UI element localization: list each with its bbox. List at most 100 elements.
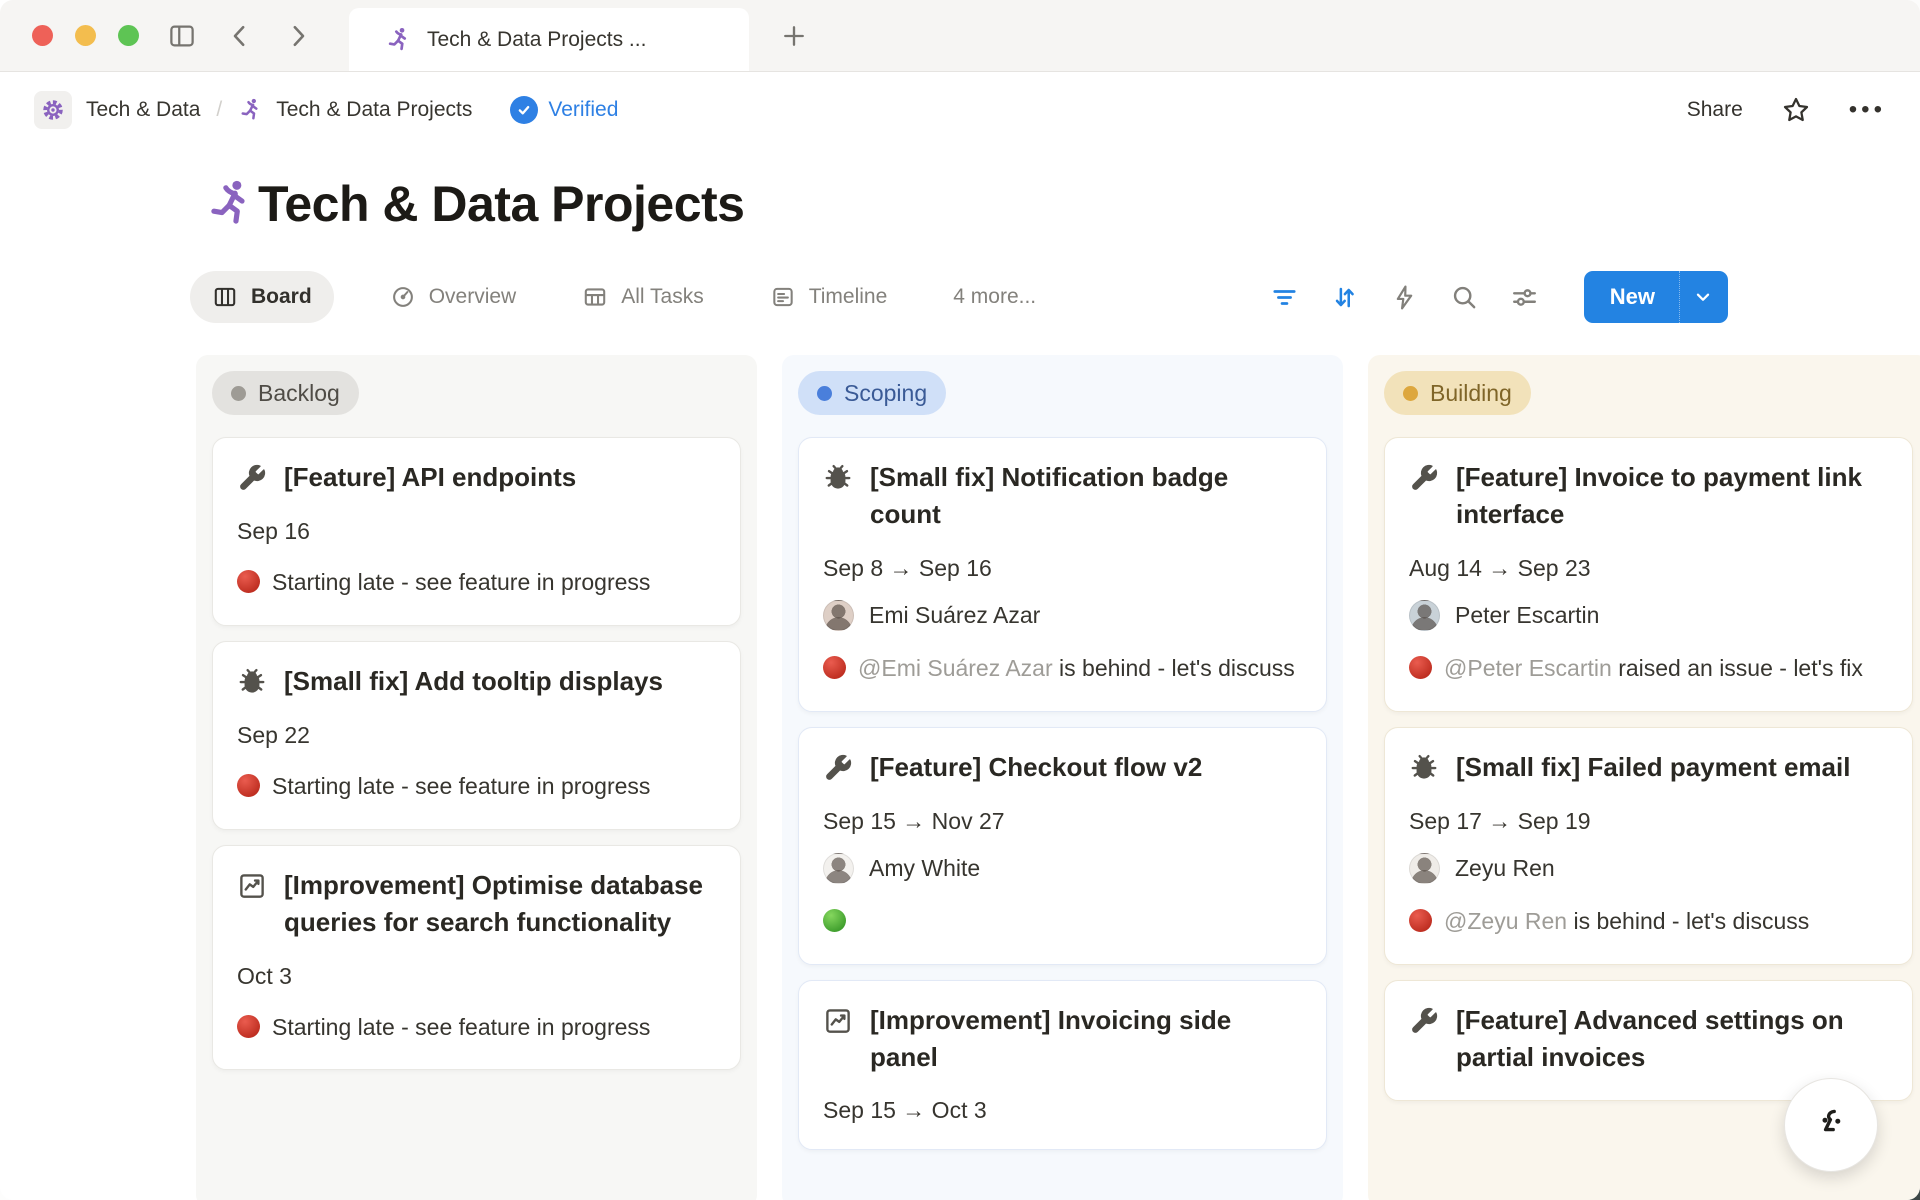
card-assignee: Peter Escartin [1409,600,1888,631]
card-title: [Small fix] Notification badge count [870,459,1302,533]
assignee-name: Emi Suárez Azar [869,602,1040,629]
status-red-dot [1409,656,1432,679]
card-title: [Small fix] Add tooltip displays [284,663,663,700]
status-text: Starting late - see feature in progress [272,569,650,595]
new-button-group: New [1584,271,1728,323]
browser-tab[interactable]: Tech & Data Projects ... [349,8,749,71]
sliders-icon[interactable] [1510,283,1539,312]
back-button[interactable] [225,21,255,51]
avatar [1409,853,1440,884]
kanban-card[interactable]: [Feature] Invoice to payment link interf… [1384,437,1913,712]
card-status: Starting late - see feature in progress [237,565,716,600]
status-dot [231,386,246,401]
filter-icon[interactable] [1270,283,1299,312]
kanban-card[interactable]: [Improvement] Optimise database queries … [212,845,741,1071]
board-column-scoping: Scoping [Small fix] Notification badge co… [782,355,1343,1200]
wrench-icon [1409,463,1439,493]
runner-icon[interactable] [204,177,258,231]
avatar [1409,600,1440,631]
lightning-icon[interactable] [1390,283,1419,312]
column-status-pill[interactable]: Backlog [212,371,359,415]
status-red-dot [237,570,260,593]
zoom-window-button[interactable] [118,25,139,46]
search-icon[interactable] [1450,283,1479,312]
favorite-star-icon[interactable] [1781,95,1811,125]
status-red-dot [1409,909,1432,932]
card-title: [Improvement] Optimise database queries … [284,867,716,941]
card-assignee: Emi Suárez Azar [823,600,1302,631]
tab-board[interactable]: Board [190,271,334,323]
card-date: Sep 15 → Oct 3 [823,1097,1302,1124]
card-status: @Peter Escartin raised an issue - let's … [1409,651,1888,686]
kanban-card[interactable]: [Feature] API endpointsSep 16Starting la… [212,437,741,626]
kanban-card[interactable]: [Small fix] Failed payment emailSep 17 →… [1384,727,1913,965]
verified-badge[interactable]: Verified [510,96,618,124]
view-label: All Tasks [621,285,703,309]
sidebar-toggle-icon[interactable] [167,21,197,51]
tab-all-tasks[interactable]: All Tasks [572,271,713,323]
more-options-button[interactable]: ••• [1849,98,1886,122]
card-status: Starting late - see feature in progress [237,1010,716,1045]
avatar [823,600,854,631]
sort-icon[interactable] [1330,283,1359,312]
bug-icon [1409,753,1439,783]
card-date: Sep 15 → Nov 27 [823,808,1302,835]
card-date: Sep 17 → Sep 19 [1409,808,1888,835]
traffic-lights [32,25,139,46]
kanban-card[interactable]: [Improvement] Invoicing side panelSep 15… [798,980,1327,1151]
close-window-button[interactable] [32,25,53,46]
kanban-board: Backlog [Feature] API endpointsSep 16Star… [0,355,1920,1200]
status-text: raised an issue - let's fix [1618,655,1863,681]
card-title: [Feature] Advanced settings on partial i… [1456,1002,1888,1076]
card-title: [Feature] Invoice to payment link interf… [1456,459,1888,533]
share-button[interactable]: Share [1687,98,1743,122]
top-actions: Share ••• [1687,95,1886,125]
view-label: Overview [429,285,517,309]
kanban-card[interactable]: [Small fix] Notification badge countSep … [798,437,1327,712]
card-status: Starting late - see feature in progress [237,769,716,804]
kanban-card[interactable]: [Feature] Checkout flow v2Sep 15 → Nov 2… [798,727,1327,965]
card-assignee: Zeyu Ren [1409,853,1888,884]
status-dot [1403,386,1418,401]
table-icon [582,284,608,310]
column-status-pill[interactable]: Building [1384,371,1531,415]
status-green-dot [823,909,846,932]
card-title: [Feature] API endpoints [284,459,576,496]
status-text: Starting late - see feature in progress [272,773,650,799]
tab-overview[interactable]: Overview [380,271,527,323]
card-list: [Feature] API endpointsSep 16Starting la… [212,437,741,1070]
kanban-card[interactable]: [Small fix] Add tooltip displays Sep 22 St… [212,641,741,830]
chevron-down-icon [1692,286,1714,308]
topbar: Tech & Data / Tech & Data Projects Verif… [0,72,1920,147]
view-label: Board [251,285,312,309]
ai-assistant-button[interactable] [1784,1078,1878,1172]
tab-title: Tech & Data Projects ... [427,28,646,52]
assignee-name: Zeyu Ren [1455,855,1555,882]
board-column-building: Building [Feature] Invoice to payment lin… [1368,355,1920,1200]
new-button[interactable]: New [1584,271,1679,323]
overview-icon [390,284,416,310]
board-icon [212,284,238,310]
breadcrumb-workspace[interactable]: Tech & Data [86,98,200,122]
forward-button[interactable] [283,21,313,51]
status-mention: @Emi Suárez Azar [858,655,1053,681]
runner-icon [385,26,413,54]
new-dropdown-button[interactable] [1679,271,1728,323]
minimize-window-button[interactable] [75,25,96,46]
card-assignee: Amy White [823,853,1302,884]
bug-icon [823,463,853,493]
card-status: @Emi Suárez Azar is behind - let's discu… [823,651,1302,686]
chart-icon [237,871,267,901]
status-mention: @Peter Escartin [1444,655,1612,681]
workspace-gear-icon[interactable] [34,91,72,129]
column-status-pill[interactable]: Scoping [798,371,946,415]
view-label: Timeline [809,285,888,309]
new-tab-button[interactable] [780,0,808,71]
tab-more-views[interactable]: 4 more... [943,271,1046,323]
column-name: Scoping [844,380,927,407]
card-date: Sep 22 [237,722,716,749]
status-text: is behind - let's discuss [1059,655,1295,681]
ai-face-icon [1807,1101,1855,1149]
breadcrumb-page[interactable]: Tech & Data Projects [276,98,472,122]
tab-timeline[interactable]: Timeline [760,271,898,323]
